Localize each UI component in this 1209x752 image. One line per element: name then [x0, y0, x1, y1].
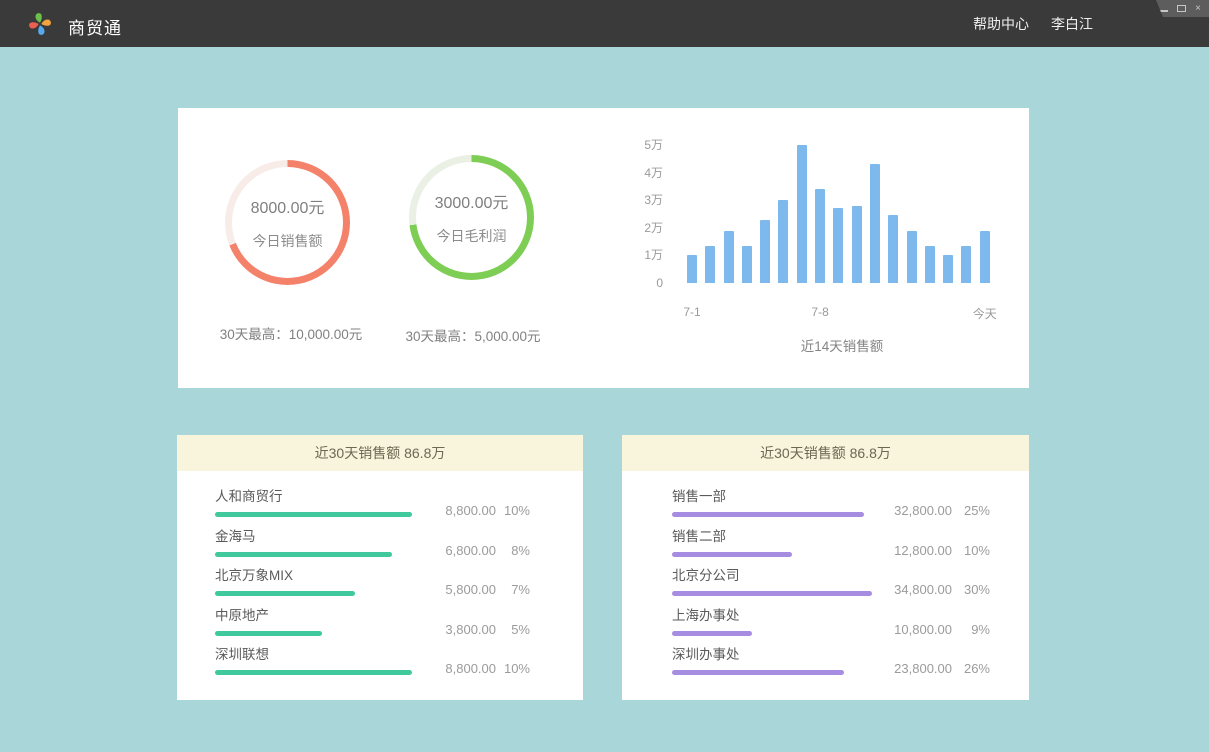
rank-item-percent: 25%: [952, 503, 990, 518]
today-sales-ring: 8000.00元 今日销售额: [225, 160, 350, 285]
list-item[interactable]: 北京万象MIX 5,800.007%: [215, 568, 530, 608]
rank-item-percent: 30%: [952, 582, 990, 597]
sales-bar: [742, 246, 752, 283]
list-item[interactable]: 中原地产 3,800.005%: [215, 608, 530, 648]
rank-item-amount: 12,800.00: [860, 543, 952, 558]
today-profit-ring: 3000.00元 今日毛利润: [409, 155, 534, 280]
rank-item-bar: [672, 552, 792, 557]
list-item[interactable]: 销售一部 32,800.0025%: [672, 489, 990, 529]
rank-item-bar: [672, 631, 752, 636]
y-tick-label: 4万: [598, 165, 663, 181]
y-tick-label: 0: [598, 275, 663, 291]
sales-bar: [888, 215, 898, 283]
sales-bar: [870, 164, 880, 283]
app-title-bar: 商贸通 帮助中心 李白江: [0, 0, 1209, 47]
today-sales-value: 8000.00元: [251, 194, 325, 218]
current-user[interactable]: 李白江: [1051, 14, 1093, 34]
sales-bar: [797, 145, 807, 283]
rank-item-percent: 10%: [952, 543, 990, 558]
sales-bar: [907, 231, 917, 283]
rank-item-bar: [215, 631, 322, 636]
close-icon[interactable]: ×: [1195, 4, 1201, 14]
rank-item-percent: 5%: [496, 622, 530, 637]
overview-card: 8000.00元 今日销售额 3000.00元 今日毛利润 30天最高：10,0…: [178, 108, 1029, 388]
list-item[interactable]: 深圳联想 8,800.0010%: [215, 647, 530, 687]
sales-chart-x-axis: 7-1 7-8 今天: [178, 305, 1029, 321]
sales-bar: [852, 206, 862, 283]
rank-item-bar: [215, 552, 392, 557]
list-item[interactable]: 人和商贸行 8,800.0010%: [215, 489, 530, 529]
sales-bar: [778, 200, 788, 283]
y-tick-label: 5万: [598, 137, 663, 153]
y-tick-label: 2万: [598, 220, 663, 236]
sales-bar: [943, 255, 953, 283]
sales-bar: [980, 231, 990, 283]
x-tick-label: 今天: [973, 305, 997, 322]
rank-item-amount: 3,800.00: [416, 622, 496, 637]
sales-bar: [815, 189, 825, 283]
sales-bar: [760, 220, 770, 283]
today-sales-caption: 今日销售额: [253, 231, 323, 251]
profit-30d-max: 30天最高：5,000.00元: [360, 325, 586, 345]
list-item[interactable]: 金海马 6,800.008%: [215, 529, 530, 569]
rank-item-bar: [215, 670, 412, 675]
sales-bar: [961, 246, 971, 283]
rank-item-amount: 34,800.00: [860, 582, 952, 597]
rank-item-bar: [672, 670, 844, 675]
rank-item-bar: [672, 512, 864, 517]
sales-bars: [687, 108, 999, 283]
department-rank-list: 销售一部 32,800.0025% 销售二部 12,800.0010% 北京分公…: [622, 471, 1029, 687]
x-tick-label: 7-8: [811, 305, 828, 319]
department-rank-title: 近30天销售额 86.8万: [622, 435, 1029, 471]
rank-item-bar: [672, 591, 872, 596]
sales-chart-caption: 近14天销售额: [682, 335, 1002, 355]
sales-bar: [925, 246, 935, 283]
rank-item-percent: 10%: [496, 503, 530, 518]
sales-bar: [705, 246, 715, 283]
today-profit-caption: 今日毛利润: [437, 226, 507, 246]
rank-item-bar: [215, 591, 355, 596]
list-item[interactable]: 上海办事处 10,800.009%: [672, 608, 990, 648]
rank-item-percent: 26%: [952, 661, 990, 676]
list-item[interactable]: 销售二部 12,800.0010%: [672, 529, 990, 569]
customer-rank-card: 近30天销售额 86.8万 人和商贸行 8,800.0010% 金海马 6,80…: [177, 435, 583, 700]
customer-rank-list: 人和商贸行 8,800.0010% 金海马 6,800.008% 北京万象MIX…: [177, 471, 583, 687]
today-profit-value: 3000.00元: [435, 189, 509, 213]
rank-item-amount: 32,800.00: [860, 503, 952, 518]
rank-item-amount: 10,800.00: [860, 622, 952, 637]
rank-item-amount: 6,800.00: [416, 543, 496, 558]
y-tick-label: 3万: [598, 192, 663, 208]
customer-rank-title: 近30天销售额 86.8万: [177, 435, 583, 471]
pinwheel-logo-icon: [26, 10, 54, 38]
department-rank-card: 近30天销售额 86.8万 销售一部 32,800.0025% 销售二部 12,…: [622, 435, 1029, 700]
y-tick-label: 1万: [598, 247, 663, 263]
sales-bar: [833, 208, 843, 283]
maximize-icon[interactable]: [1177, 5, 1186, 12]
x-tick-label: 7-1: [683, 305, 700, 319]
rank-item-percent: 10%: [496, 661, 530, 676]
rank-item-amount: 8,800.00: [416, 503, 496, 518]
rank-item-bar: [215, 512, 412, 517]
app-title: 商贸通: [68, 14, 122, 39]
rank-item-percent: 9%: [952, 622, 990, 637]
help-center-link[interactable]: 帮助中心: [973, 14, 1029, 34]
sales-bar: [687, 255, 697, 283]
list-item[interactable]: 北京分公司 34,800.0030%: [672, 568, 990, 608]
rank-item-amount: 5,800.00: [416, 582, 496, 597]
sales-bar: [724, 231, 734, 283]
rank-item-amount: 23,800.00: [860, 661, 952, 676]
sales-chart-y-axis: 0 1万 2万 3万 4万 5万: [598, 108, 663, 288]
list-item[interactable]: 深圳办事处 23,800.0026%: [672, 647, 990, 687]
rank-item-amount: 8,800.00: [416, 661, 496, 676]
rank-item-percent: 7%: [496, 582, 530, 597]
rank-item-percent: 8%: [496, 543, 530, 558]
